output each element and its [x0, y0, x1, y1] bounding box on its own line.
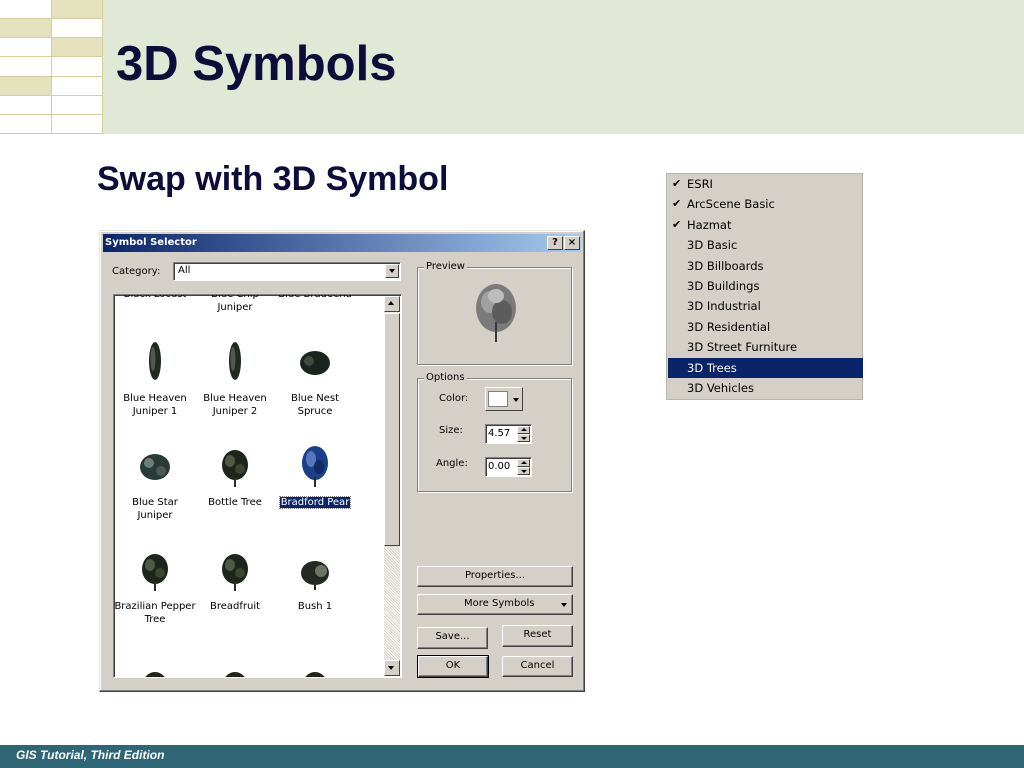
tree-icon: [142, 554, 168, 591]
ok-button[interactable]: OK: [417, 655, 489, 678]
menu-item-label: 3D Buildings: [687, 279, 760, 293]
tree-icon: [305, 672, 325, 677]
menu-item[interactable]: ✔ Hazmat: [668, 215, 863, 235]
chevron-down-icon[interactable]: [385, 264, 399, 278]
options-label: Options: [424, 372, 467, 383]
symbol-label: Blue Bradeena: [278, 294, 352, 300]
menu-item[interactable]: 3D Buildings: [668, 276, 863, 296]
menu-item-label: Hazmat: [687, 217, 732, 232]
menu-item-label: 3D Trees: [687, 360, 737, 375]
slide-subtitle: Swap with 3D Symbol: [97, 160, 449, 198]
bush-icon: [301, 561, 329, 590]
scroll-up-button[interactable]: [384, 296, 400, 312]
help-button[interactable]: ?: [547, 236, 563, 250]
symbol-list-scrollbar[interactable]: [384, 296, 400, 676]
menu-item-label: 3D Basic: [687, 238, 738, 253]
menu-item[interactable]: 3D Trees: [668, 357, 863, 378]
preview-label: Preview: [424, 261, 467, 272]
menu-item-label: 3D Vehicles: [687, 381, 754, 395]
menu-item[interactable]: 3D Street Furniture: [668, 337, 863, 357]
more-symbols-button[interactable]: More Symbols: [417, 594, 573, 615]
preview-group: Preview: [417, 261, 572, 365]
checkmark-icon: ✔: [672, 217, 682, 231]
symbol-label: Blue Star Juniper: [132, 497, 178, 521]
angle-decrement-button[interactable]: [517, 467, 530, 475]
shrub-icon: [140, 454, 170, 480]
tree-icon: [222, 554, 248, 591]
decorative-grid: [0, 0, 103, 134]
menu-item[interactable]: 3D Billboards: [668, 256, 863, 276]
menu-item-label: ESRI: [687, 177, 713, 191]
tree-icon: [225, 672, 245, 677]
category-value: All: [178, 265, 191, 276]
more-symbols-label: More Symbols: [464, 598, 535, 609]
symbol-label: Black Locust: [123, 294, 187, 300]
tree-icon: [145, 672, 165, 677]
symbol-label: Brazilian Pepper Tree: [114, 601, 196, 625]
preview-tree-icon: [476, 284, 516, 342]
reset-button[interactable]: Reset: [502, 625, 573, 647]
category-dropdown[interactable]: All: [173, 262, 401, 281]
columnar-tree-icon: [229, 342, 241, 380]
slide-footer: GIS Tutorial, Third Edition: [0, 745, 1024, 768]
symbol-label: Blue Chip Juniper: [211, 294, 259, 313]
cancel-button[interactable]: Cancel: [502, 656, 573, 677]
spruce-icon: [300, 351, 330, 375]
menu-item-label: 3D Billboards: [687, 258, 764, 273]
pear-tree-icon: [302, 446, 328, 487]
save-button[interactable]: Save...: [417, 627, 488, 649]
angle-value: 0.00: [488, 461, 511, 472]
color-swatch: [488, 391, 508, 407]
style-references-menu: ✔ ESRI ✔ ArcScene Basic ✔ Hazmat 3D Basic 3D Bi…: [666, 173, 863, 400]
footer-text: GIS Tutorial, Third Edition: [16, 748, 165, 762]
color-picker[interactable]: [485, 387, 523, 411]
menu-item[interactable]: ✔ ESRI: [668, 174, 863, 194]
columnar-tree-icon: [149, 342, 161, 380]
menu-item[interactable]: 3D Residential: [668, 317, 863, 337]
dialog-title: Symbol Selector: [105, 237, 197, 248]
tree-icon: [222, 450, 248, 487]
size-decrement-button[interactable]: [517, 434, 530, 442]
symbol-list[interactable]: Black Locust Blue Chip Juniper Blue Bradee…: [113, 294, 402, 678]
angle-label: Angle:: [436, 458, 468, 469]
angle-increment-button[interactable]: [517, 459, 530, 467]
angle-spinner[interactable]: 0.00: [485, 457, 532, 477]
size-spinner[interactable]: 4.57: [485, 424, 532, 444]
menu-item[interactable]: 3D Basic: [668, 235, 863, 255]
scroll-down-button[interactable]: [384, 660, 400, 676]
scroll-thumb[interactable]: [384, 313, 400, 546]
slide-header: 3D Symbols: [0, 0, 1024, 134]
menu-item[interactable]: 3D Industrial: [668, 296, 863, 316]
dialog-titlebar[interactable]: Symbol Selector ? ×: [103, 234, 581, 252]
symbol-label: Bradford Pear: [278, 496, 352, 509]
category-label: Category:: [112, 266, 161, 277]
menu-item-label: 3D Residential: [687, 319, 771, 334]
checkmark-icon: ✔: [672, 177, 682, 190]
checkmark-icon: ✔: [672, 197, 682, 211]
symbol-label: Bottle Tree: [208, 497, 262, 508]
more-symbols-arrow-icon: [561, 603, 567, 607]
slide-title: 3D Symbols: [116, 37, 397, 91]
symbol-label: Blue Nest Spruce: [290, 393, 340, 417]
size-value: 4.57: [488, 428, 511, 439]
symbol-label: Breadfruit: [209, 601, 261, 612]
menu-item-label: 3D Street Furniture: [687, 340, 798, 355]
size-increment-button[interactable]: [517, 426, 530, 434]
menu-item[interactable]: ✔ ArcScene Basic: [668, 194, 863, 214]
menu-item-label: ArcScene Basic: [687, 197, 775, 212]
properties-button[interactable]: Properties...: [417, 566, 573, 587]
symbol-label: Blue Heaven Juniper 2: [203, 393, 267, 417]
menu-item[interactable]: 3D Vehicles: [668, 378, 863, 398]
size-label: Size:: [439, 425, 463, 436]
menu-item-label: 3D Industrial: [687, 299, 761, 314]
close-button[interactable]: ×: [564, 236, 580, 250]
symbol-label: Bush 1: [297, 601, 333, 612]
color-dropdown-arrow-icon: [513, 398, 519, 402]
color-label: Color:: [439, 393, 469, 404]
symbol-label: Blue Heaven Juniper 1: [123, 393, 187, 417]
